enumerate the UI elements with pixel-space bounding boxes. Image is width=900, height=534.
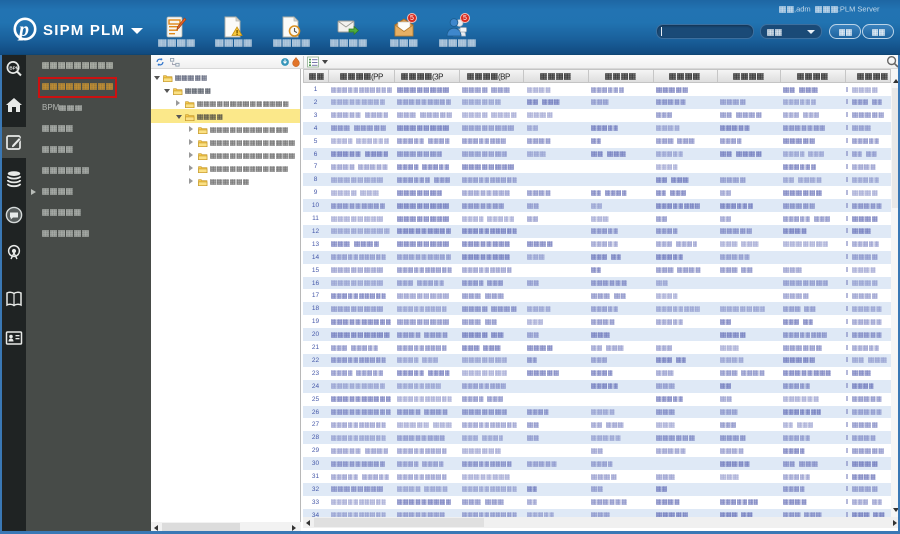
svg-text:p: p	[17, 19, 29, 41]
svg-text:BPM: BPM	[9, 66, 19, 71]
